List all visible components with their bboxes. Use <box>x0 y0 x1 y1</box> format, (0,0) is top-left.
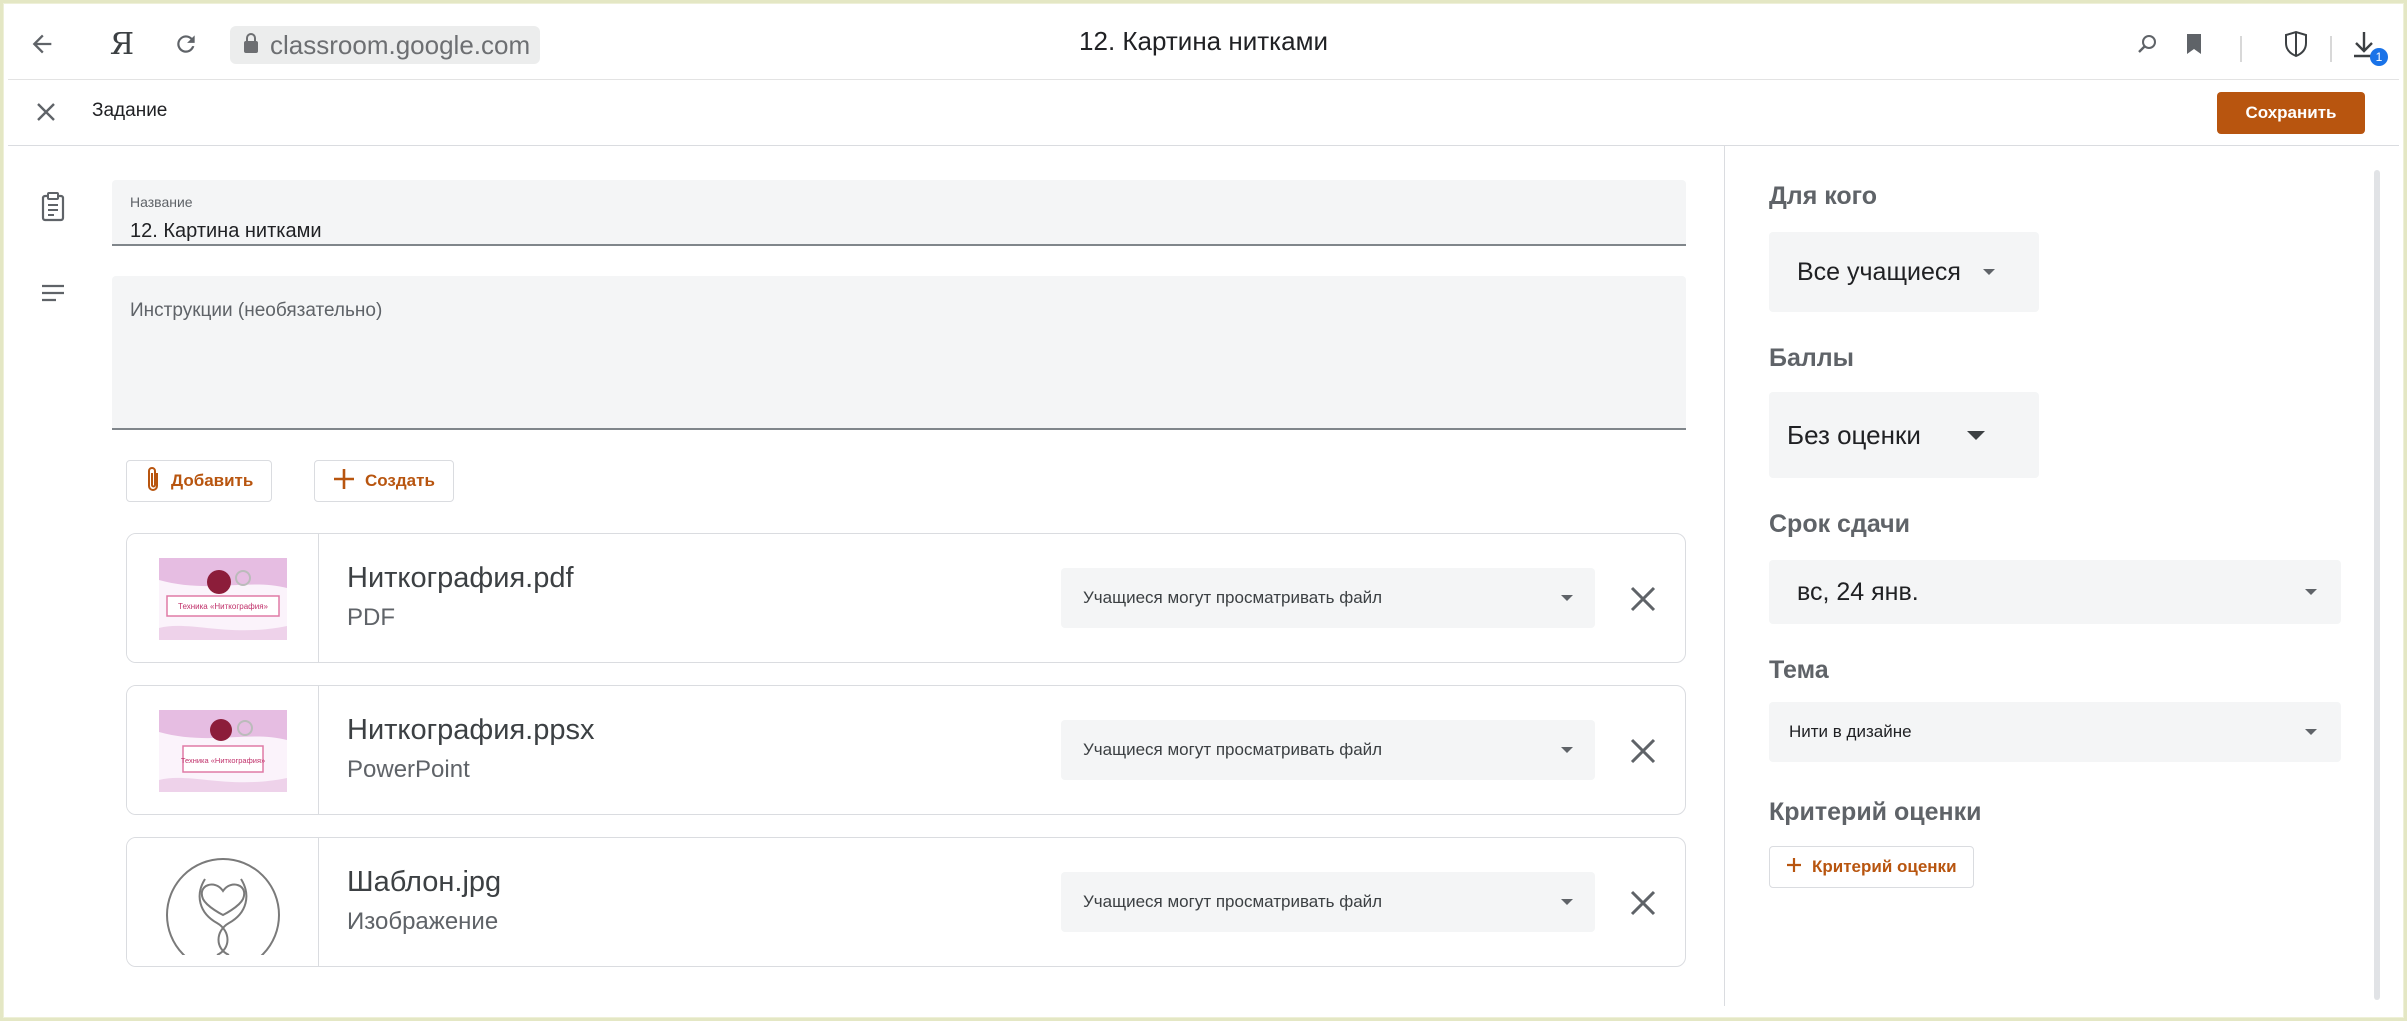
topic-label: Тема <box>1769 656 1829 684</box>
toolbar-divider <box>2240 36 2242 62</box>
instructions-placeholder: Инструкции (необязательно) <box>130 300 383 321</box>
instructions-field[interactable]: Инструкции (необязательно) <box>112 276 1686 430</box>
title-field-label: Название <box>130 194 193 210</box>
chevron-down-icon <box>2305 729 2317 735</box>
settings-panel: Для кого Все учащиеся Баллы Без оценки С… <box>1724 146 2376 1006</box>
points-label: Баллы <box>1769 344 1854 372</box>
chevron-down-icon <box>1561 899 1573 905</box>
add-rubric-label: Критерий оценки <box>1812 857 1957 876</box>
attachment-name[interactable]: Ниткография.ppsx <box>347 714 594 747</box>
permission-dropdown[interactable]: Учащиеся могут просматривать файл <box>1061 720 1595 780</box>
chevron-down-icon <box>1966 430 1985 440</box>
save-button[interactable]: Сохранить <box>2217 92 2365 134</box>
plus-icon <box>333 468 355 495</box>
remove-attachment-icon[interactable] <box>1623 579 1663 619</box>
chevron-down-icon <box>1982 269 1995 275</box>
title-field-value: 12. Картина нитками <box>130 220 322 242</box>
url-text: classroom.google.com <box>270 29 531 60</box>
scrollbar[interactable] <box>2374 170 2380 1000</box>
remove-attachment-icon[interactable] <box>1623 883 1663 923</box>
page-title: Задание <box>92 100 168 121</box>
bookmark-icon[interactable] <box>2176 26 2212 62</box>
points-value: Без оценки <box>1787 419 1921 450</box>
description-icon <box>36 276 70 310</box>
rubric-label: Критерий оценки <box>1769 798 1982 826</box>
reload-icon[interactable] <box>168 26 204 62</box>
permission-value: Учащиеся могут просматривать файл <box>1083 588 1383 607</box>
chevron-down-icon <box>2305 589 2317 595</box>
lock-icon <box>242 32 260 59</box>
browser-logo[interactable]: Я <box>104 26 140 62</box>
assignment-form: Название 12. Картина нитками Инструкции … <box>8 146 1724 1013</box>
attachment-thumbnail <box>127 838 319 966</box>
create-button[interactable]: Создать <box>314 460 454 502</box>
thumb-caption: Техника «Ниткография» <box>178 602 269 611</box>
attachment-thumbnail: Техника «Ниткография» <box>127 686 319 814</box>
for-whom-label: Для кого <box>1769 182 1878 210</box>
create-button-label: Создать <box>365 471 435 490</box>
attachment-type: Изображение <box>347 908 499 935</box>
browser-toolbar: Я classroom.google.com 12. Картина нитка… <box>8 8 2399 80</box>
attachment-card[interactable]: Шаблон.jpg Изображение Учащиеся могут пр… <box>126 837 1686 967</box>
chevron-down-icon <box>1561 595 1573 601</box>
protect-icon[interactable] <box>2278 26 2314 62</box>
permission-dropdown[interactable]: Учащиеся могут просматривать файл <box>1061 568 1595 628</box>
title-field[interactable]: Название 12. Картина нитками <box>112 180 1686 246</box>
permission-value: Учащиеся могут просматривать файл <box>1083 740 1383 759</box>
for-whom-dropdown[interactable]: Все учащиеся <box>1769 232 2039 312</box>
downloads-icon[interactable]: 1 <box>2346 26 2388 66</box>
attachment-thumbnail: Техника «Ниткография» <box>127 534 319 662</box>
for-whom-value: Все учащиеся <box>1797 257 1961 286</box>
assignment-icon <box>36 190 70 224</box>
search-icon[interactable] <box>2130 26 2166 62</box>
attachment-type: PDF <box>347 604 395 631</box>
topic-value: Нити в дизайне <box>1789 722 1912 741</box>
chevron-down-icon <box>1561 747 1573 753</box>
plus-icon <box>1786 857 1802 878</box>
add-button-label: Добавить <box>171 471 254 490</box>
assignment-header: Задание Сохранить <box>8 80 2399 146</box>
thumb-caption: Техника «Ниткография» <box>180 756 264 765</box>
remove-attachment-icon[interactable] <box>1623 731 1663 771</box>
points-dropdown[interactable]: Без оценки <box>1769 392 2039 478</box>
add-rubric-button[interactable]: Критерий оценки <box>1769 846 1974 888</box>
address-bar[interactable]: classroom.google.com <box>230 26 541 64</box>
topic-dropdown[interactable]: Нити в дизайне <box>1769 702 2341 762</box>
add-button[interactable]: Добавить <box>126 460 273 502</box>
attachment-card[interactable]: Техника «Ниткография» Ниткография.ppsx P… <box>126 685 1686 815</box>
permission-value: Учащиеся могут просматривать файл <box>1083 892 1383 911</box>
due-date-dropdown[interactable]: вс, 24 янв. <box>1769 560 2341 624</box>
attachment-type: PowerPoint <box>347 756 470 783</box>
close-icon[interactable] <box>28 94 64 130</box>
attachment-name[interactable]: Шаблон.jpg <box>347 866 501 899</box>
back-arrow-icon[interactable] <box>24 26 60 62</box>
attachment-card[interactable]: Техника «Ниткография» Ниткография.pdf PD… <box>126 533 1686 663</box>
due-date-value: вс, 24 янв. <box>1797 577 1919 606</box>
paperclip-icon <box>145 465 161 498</box>
due-date-label: Срок сдачи <box>1769 510 1910 538</box>
permission-dropdown[interactable]: Учащиеся могут просматривать файл <box>1061 872 1595 932</box>
page-tab-title: 12. Картина нитками <box>1079 26 1328 56</box>
toolbar-divider-2 <box>2330 36 2332 62</box>
download-count-badge: 1 <box>2370 48 2388 66</box>
attachment-name[interactable]: Ниткография.pdf <box>347 562 574 595</box>
